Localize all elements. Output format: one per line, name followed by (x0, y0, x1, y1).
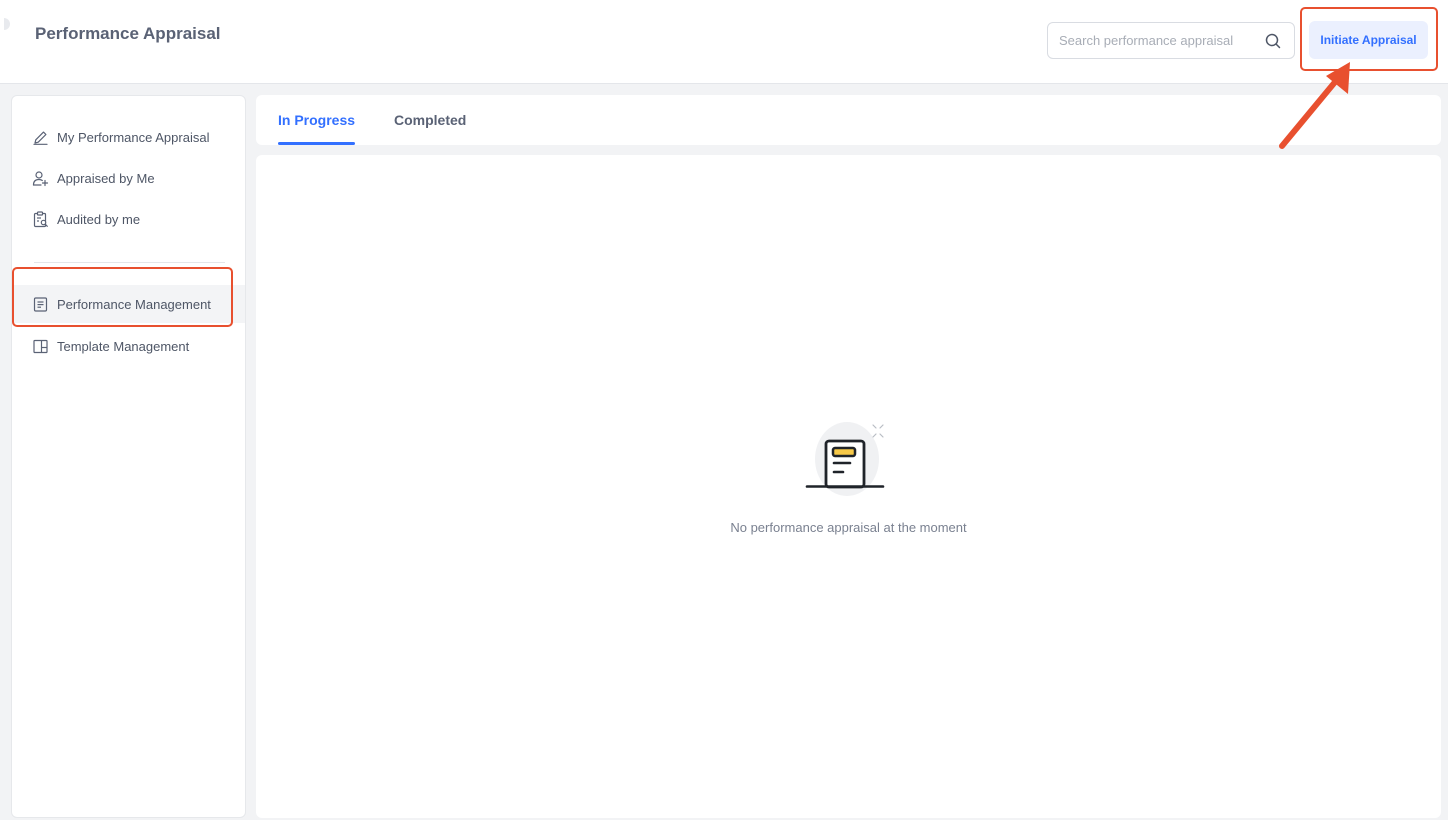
sidebar-item-label: Template Management (57, 338, 190, 354)
collapse-handle[interactable] (4, 18, 10, 30)
sidebar-divider (34, 262, 225, 263)
search-icon[interactable] (1264, 32, 1282, 50)
content-panel: No performance appraisal at the moment (256, 155, 1441, 818)
empty-state-message: No performance appraisal at the moment (730, 520, 967, 535)
search-input[interactable] (1048, 23, 1248, 58)
sidebar-item-label: Performance Management (57, 296, 211, 312)
user-add-icon (31, 169, 49, 187)
pencil-icon (31, 128, 49, 146)
sidebar: My Performance Appraisal Appraised by Me (11, 95, 246, 818)
sidebar-item-appraised-by-me[interactable]: Appraised by Me (12, 159, 245, 197)
sidebar-item-label: Appraised by Me (57, 170, 155, 186)
page-title: Performance Appraisal (35, 24, 221, 43)
top-bar: Performance Appraisal Initiate Appraisal (0, 0, 1448, 84)
initiate-appraisal-button[interactable]: Initiate Appraisal (1309, 21, 1428, 59)
sidebar-item-audited-by-me[interactable]: Audited by me (12, 200, 245, 238)
sidebar-item-my-performance-appraisal[interactable]: My Performance Appraisal (12, 118, 245, 156)
sidebar-item-label: Audited by me (57, 211, 141, 227)
document-list-icon (31, 295, 49, 313)
sidebar-item-template-management[interactable]: Template Management (12, 327, 245, 365)
layout-panel-icon (31, 337, 49, 355)
sidebar-item-label: My Performance Appraisal (57, 129, 210, 145)
tab-in-progress[interactable]: In Progress (278, 95, 356, 145)
clipboard-search-icon (31, 210, 49, 228)
sidebar-item-performance-management[interactable]: Performance Management (12, 285, 245, 323)
search-box[interactable] (1047, 22, 1295, 59)
empty-document-icon (805, 417, 889, 497)
tab-completed[interactable]: Completed (394, 95, 466, 145)
tab-bar: In Progress Completed (256, 95, 1441, 145)
